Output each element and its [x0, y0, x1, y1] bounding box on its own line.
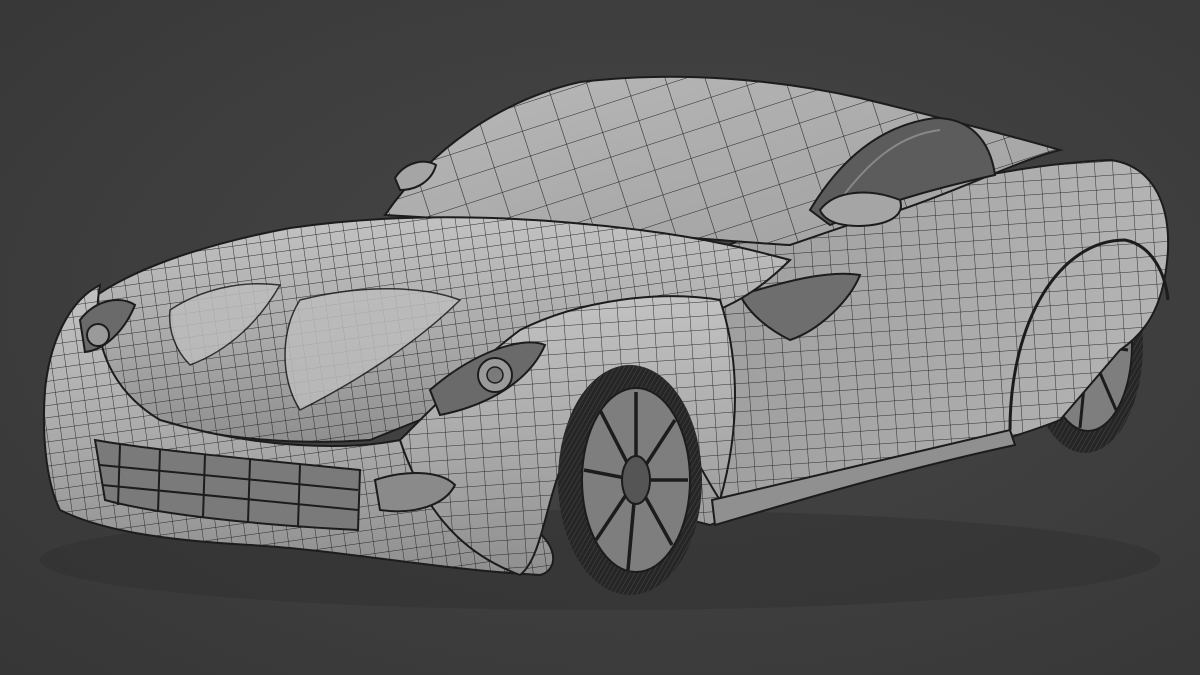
car-wireframe-render — [40, 75, 1170, 610]
3d-viewport[interactable] — [0, 0, 1200, 675]
front-wheel — [558, 365, 702, 595]
